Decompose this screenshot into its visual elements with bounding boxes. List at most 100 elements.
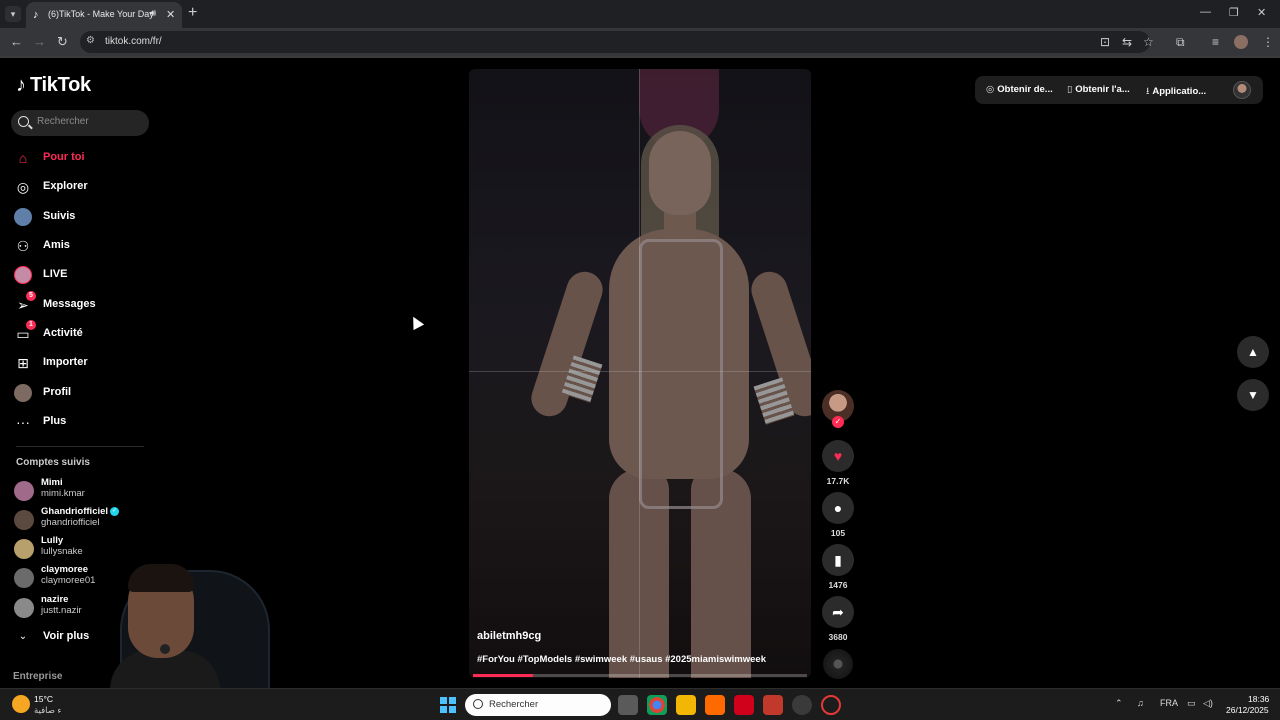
new-tab-icon[interactable]: + (188, 4, 197, 22)
app-icon-gear[interactable] (792, 695, 812, 715)
messages-badge: 5 (26, 291, 36, 301)
live-avatar-icon (14, 266, 32, 284)
search-icon (18, 116, 29, 127)
bookmark-star-icon[interactable]: ☆ (1143, 35, 1154, 49)
like-count: 17.7K (826, 476, 850, 486)
extensions-icon[interactable]: ⧉ (1176, 35, 1185, 50)
more-dots-icon: ··· (16, 414, 30, 430)
tiktok-logo[interactable]: ♪ TikTok (16, 74, 91, 97)
video-progress[interactable] (473, 674, 807, 677)
user-avatar[interactable] (1233, 81, 1251, 99)
reload-icon[interactable]: ↻ (57, 34, 68, 50)
account-name: Lully (41, 535, 64, 546)
tab-search-icon[interactable]: ▾ (5, 6, 21, 22)
chrome-icon[interactable] (647, 695, 667, 715)
comment-button[interactable]: ● (822, 492, 854, 524)
close-window-icon[interactable]: ✕ (1257, 6, 1266, 19)
tab-audio-icon[interactable]: 🔊︎ (150, 8, 156, 19)
app-icon-orange[interactable] (705, 695, 725, 715)
profile-avatar-icon[interactable] (1234, 35, 1248, 49)
browser-tab[interactable]: ♪ (6)TikTok - Make Your Day 🔊︎ ✕ (26, 2, 182, 28)
weather-icon[interactable] (12, 695, 30, 713)
following-title: Comptes suivis (16, 457, 90, 468)
microphone-icon[interactable]: ♫ (1137, 698, 1144, 708)
like-button[interactable]: ♥ (822, 440, 854, 472)
maximize-icon[interactable]: ❐ (1229, 6, 1239, 19)
video-author[interactable]: abiletmh9cg (477, 630, 541, 642)
account-username: justt.nazir (41, 605, 82, 616)
nav-item-amis[interactable]: ⚇ Amis (14, 234, 144, 258)
taskbar-search[interactable]: Rechercher (465, 694, 611, 716)
download-app-button[interactable]: ⭳ Applicatio... (1146, 84, 1206, 100)
avatar (14, 510, 34, 530)
compass-icon: ◎ (16, 179, 30, 195)
clock-date[interactable]: 26/12/2025 (1226, 705, 1269, 715)
share-arrow-icon: ➦ (832, 604, 844, 620)
top-actions-bar: ◎ Obtenir de... ▯ Obtenir l'a... ⭳ Applicat… (975, 76, 1263, 104)
see-more-label: Voir plus (43, 630, 90, 642)
weather-desc: ء صافية (34, 705, 62, 715)
tray-chevron-icon[interactable]: ⌃ (1115, 698, 1123, 709)
previous-video-button[interactable]: ▲ (1237, 336, 1269, 368)
nav-label: Activité (43, 327, 83, 339)
language-indicator[interactable]: FRA (1160, 698, 1178, 708)
app-icon-badge[interactable] (763, 695, 783, 715)
tab-search-menu-icon[interactable]: ≡ (1212, 35, 1219, 49)
network-icon[interactable]: ▭ (1187, 698, 1196, 709)
forward-icon[interactable]: → (33, 34, 46, 49)
followed-account[interactable]: Lully lullysnake (14, 534, 144, 562)
nav-item-profil[interactable]: Profil (14, 381, 144, 405)
get-app-button[interactable]: ▯ Obtenir l'a... (1067, 84, 1130, 95)
coin-icon: ◎ (986, 84, 995, 95)
comment-count: 105 (830, 528, 846, 538)
share-button[interactable]: ➦ (822, 596, 854, 628)
address-bar[interactable]: ⚙ tiktok.com/fr/ (80, 31, 1150, 53)
file-explorer-icon[interactable] (676, 695, 696, 715)
nav-item-importer[interactable]: ⊞ Importer (14, 351, 144, 375)
save-count: 1476 (828, 580, 848, 590)
install-app-icon[interactable]: ⊡ (1100, 35, 1110, 49)
nav-item-live[interactable]: LIVE (14, 263, 144, 287)
nav-label: Pour toi (43, 151, 85, 163)
followed-account[interactable]: Ghandriofficiel ✓ ghandriofficiel (14, 505, 144, 533)
minimize-icon[interactable]: — (1200, 6, 1211, 18)
windows-start-icon[interactable] (440, 697, 456, 713)
video-player[interactable]: abiletmh9cg #ForYou #TopModels #swimweek… (469, 69, 811, 678)
site-info-icon[interactable]: ⚙ (86, 35, 95, 46)
music-disc-icon[interactable] (823, 649, 853, 679)
avatar (14, 598, 34, 618)
nav-item-activite[interactable]: ▭ 1 Activité (14, 320, 144, 346)
tiktok-note-icon: ♪ (16, 74, 26, 96)
task-view-icon[interactable] (618, 695, 638, 715)
followed-account[interactable]: Mimi mimi.kmar (14, 476, 144, 504)
follow-check-icon[interactable]: ✓ (832, 416, 844, 428)
translate-icon[interactable]: ⇆ (1122, 35, 1132, 49)
get-coins-button[interactable]: ◎ Obtenir de... (986, 84, 1053, 95)
url-text[interactable]: tiktok.com/fr/ (105, 36, 162, 47)
volume-icon[interactable]: ◁) (1203, 698, 1213, 709)
chevron-down-icon: ▼ (1247, 388, 1259, 402)
nav-item-explorer[interactable]: ◎ Explorer (14, 175, 144, 199)
sidebar-divider (16, 446, 144, 447)
heart-icon: ♥ (833, 448, 843, 464)
sidebar-search[interactable] (11, 110, 149, 136)
company-link[interactable]: Entreprise (13, 671, 62, 682)
search-input[interactable] (37, 116, 142, 127)
close-tab-icon[interactable]: ✕ (166, 8, 175, 21)
avatar (14, 568, 34, 588)
clock-time[interactable]: 18:36 (1248, 694, 1269, 704)
opera-icon[interactable] (821, 695, 841, 715)
nav-item-plus[interactable]: ··· Plus (14, 410, 144, 434)
nav-item-suivis[interactable]: Suivis (14, 205, 144, 229)
account-name: Ghandriofficiel ✓ (41, 506, 120, 517)
video-caption[interactable]: #ForYou #TopModels #swimweek #usaus #202… (477, 654, 766, 665)
back-icon[interactable]: ← (10, 34, 23, 49)
home-icon: ⌂ (18, 150, 28, 166)
nav-label: Plus (43, 415, 67, 427)
next-video-button[interactable]: ▼ (1237, 379, 1269, 411)
browser-menu-icon[interactable]: ⋮ (1262, 35, 1274, 49)
nav-item-pour-toi[interactable]: ⌂ Pour toi (14, 146, 144, 170)
app-icon-red[interactable] (734, 695, 754, 715)
save-button[interactable]: ▮ (822, 544, 854, 576)
nav-item-messages[interactable]: ➢ 5 Messages (14, 291, 144, 317)
